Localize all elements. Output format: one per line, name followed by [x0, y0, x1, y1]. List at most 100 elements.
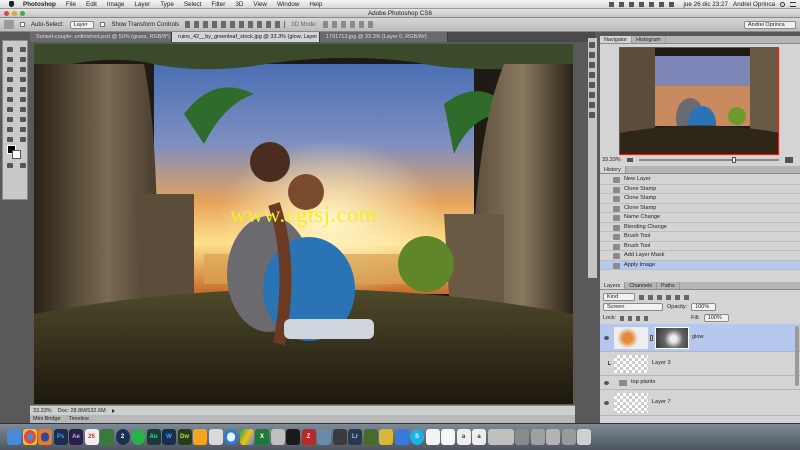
layer-row[interactable]: Layer 7 — [600, 390, 800, 416]
lightroom-alt-icon[interactable]: Lr — [348, 429, 362, 445]
brush-tool[interactable] — [17, 75, 28, 83]
history-item[interactable]: New Layer — [600, 175, 800, 185]
status-icons[interactable] — [608, 1, 679, 7]
workspace-dropdown[interactable]: Andrei Oprinca — [744, 20, 796, 29]
panel-icon[interactable] — [589, 112, 595, 118]
xcode-icon[interactable] — [394, 429, 409, 445]
menu-file[interactable]: File — [66, 1, 76, 8]
panel-icon[interactable] — [589, 72, 595, 78]
background-color-swatch[interactable] — [12, 150, 21, 159]
visibility-eye-icon[interactable] — [604, 401, 609, 405]
close-window-icon[interactable] — [4, 11, 9, 16]
apps-stack-icon[interactable] — [546, 429, 560, 445]
history-item[interactable]: Brush Tool — [600, 242, 800, 251]
history-item-selected[interactable]: Apply Image — [600, 260, 800, 270]
crop-tool[interactable] — [4, 65, 15, 73]
layer-name[interactable]: glow — [692, 334, 704, 340]
stack-icon[interactable] — [561, 429, 576, 445]
pen-tool[interactable] — [4, 115, 15, 123]
dreamweaver-icon[interactable]: Dw — [177, 429, 192, 445]
tab-navigator[interactable]: Navigator — [600, 36, 633, 43]
clone-stamp-tool[interactable] — [4, 85, 15, 93]
history-item[interactable]: Name Change — [600, 213, 800, 223]
textedit-icon[interactable] — [441, 429, 455, 445]
tab-document-2[interactable]: ruins_42__by_greenleaf_stock.jpg @ 33.3%… — [172, 32, 320, 42]
tab-mini-bridge[interactable]: Mini Bridge — [33, 416, 61, 422]
tab-history[interactable]: History — [600, 166, 626, 173]
app-menu[interactable]: Photoshop — [23, 1, 56, 8]
history-item[interactable]: Clone Stamp — [600, 185, 800, 194]
stickies-icon[interactable] — [425, 429, 440, 445]
chrome-icon[interactable] — [22, 429, 37, 445]
zoom-out-icon[interactable] — [626, 158, 633, 162]
vector-icon[interactable] — [332, 429, 347, 445]
clock[interactable]: jue 26 dic 23:27 — [684, 1, 728, 8]
menu-filter[interactable]: Filter — [211, 1, 225, 8]
audition-icon[interactable]: Au — [146, 429, 161, 445]
color-swatches[interactable] — [4, 145, 21, 159]
opacity-value[interactable]: 100% — [691, 303, 717, 311]
folder-stack-icon[interactable] — [515, 429, 529, 445]
tab-layers[interactable]: Layers — [600, 282, 626, 289]
tab-histogram[interactable]: Histogram — [632, 36, 666, 43]
layer-name[interactable]: top plants — [631, 379, 655, 385]
marquee-tool[interactable] — [17, 45, 28, 53]
user-name[interactable]: Andrei Oprinca — [733, 1, 775, 8]
layer-name[interactable]: Layer 7 — [652, 399, 671, 405]
history-item[interactable]: Clone Stamp — [600, 194, 800, 204]
fill-value[interactable]: 100% — [703, 314, 729, 322]
quick-select-tool[interactable] — [17, 55, 28, 63]
excel-icon[interactable]: X — [255, 429, 269, 445]
history-item[interactable]: Clone Stamp — [600, 204, 800, 213]
status-arrow-icon[interactable] — [111, 408, 115, 413]
auto-select-dropdown[interactable]: Layer — [69, 20, 95, 29]
sims-icon[interactable] — [100, 429, 114, 445]
panel-icon[interactable] — [589, 102, 595, 108]
move-tool-icon[interactable] — [4, 20, 14, 29]
screen-mode-icon[interactable] — [17, 161, 28, 169]
search-icon[interactable] — [780, 1, 785, 7]
3d-mode-buttons[interactable] — [323, 21, 374, 28]
link-icon[interactable] — [650, 335, 653, 341]
gradient-tool[interactable] — [17, 95, 28, 103]
navigator-zoom-value[interactable]: 33.33% — [602, 157, 621, 163]
vlc-icon[interactable] — [193, 429, 207, 445]
lasso-tool[interactable] — [4, 55, 15, 63]
blur-tool[interactable] — [4, 105, 15, 113]
spotify-icon[interactable] — [131, 429, 145, 445]
dodge-tool[interactable] — [17, 105, 28, 113]
filter-icons[interactable] — [639, 294, 689, 300]
navigator-preview[interactable] — [619, 47, 779, 155]
panel-icon[interactable] — [589, 42, 595, 48]
lightroom-icon[interactable]: W — [162, 429, 176, 445]
layer-mask-thumbnail[interactable] — [655, 327, 689, 349]
minimize-window-icon[interactable] — [12, 11, 17, 16]
history-item[interactable]: Brush Tool — [600, 232, 800, 242]
tab-document-1[interactable]: Sunset-couple- unfinished.psd @ 50% (gra… — [30, 32, 172, 42]
downloads-icon[interactable] — [379, 429, 393, 445]
panel-icon[interactable] — [589, 82, 595, 88]
layer-row[interactable]: Layer 3 — [600, 352, 800, 376]
trash-icon[interactable] — [577, 429, 591, 445]
menu-layer[interactable]: Layer — [134, 1, 150, 8]
shape-tool[interactable] — [17, 125, 28, 133]
firefox-icon[interactable] — [38, 429, 52, 445]
notes-icon[interactable]: a — [472, 429, 486, 445]
sketch-icon[interactable] — [208, 429, 223, 445]
tab-paths[interactable]: Paths — [657, 282, 680, 289]
move-tool[interactable] — [4, 45, 15, 53]
zoom-window-icon[interactable] — [20, 11, 25, 16]
safari-icon[interactable] — [224, 429, 238, 445]
downloads-stack-icon[interactable] — [487, 429, 514, 445]
menu-help[interactable]: Help — [309, 1, 322, 8]
path-select-tool[interactable] — [4, 125, 15, 133]
documents-stack-icon[interactable] — [530, 429, 545, 445]
quick-mask-icon[interactable] — [4, 161, 15, 169]
zoom-in-icon[interactable] — [784, 157, 793, 163]
layer-row-selected[interactable]: glow — [600, 324, 800, 352]
tab-timeline[interactable]: Timeline — [69, 416, 90, 422]
type-tool[interactable] — [17, 115, 28, 123]
calendar-icon[interactable]: 26 — [84, 429, 99, 445]
menu-view[interactable]: View — [253, 1, 267, 8]
layer-group-row[interactable]: top plants — [600, 376, 800, 390]
